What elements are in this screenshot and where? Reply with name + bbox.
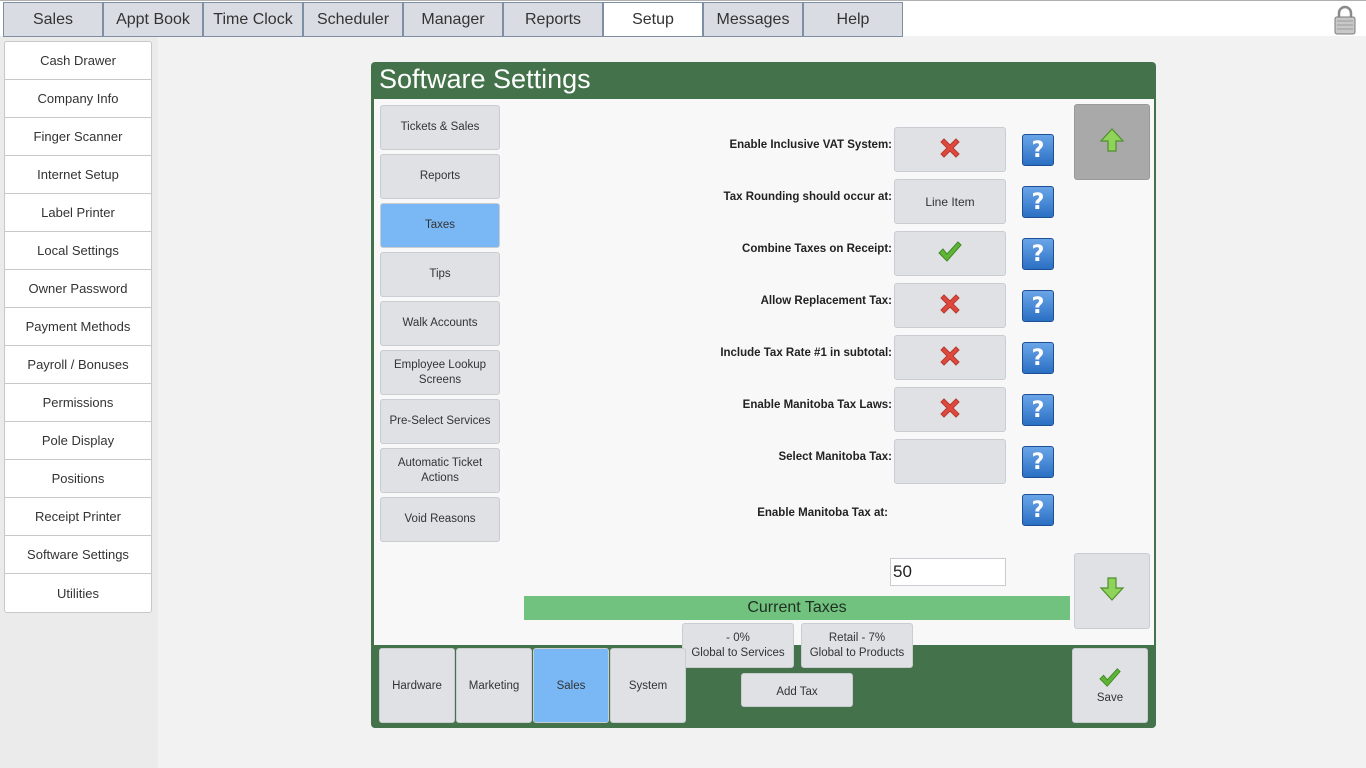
- tab-scheduler[interactable]: Scheduler: [303, 2, 403, 37]
- category-tickets-sales[interactable]: Tickets & Sales: [380, 105, 500, 150]
- sidebar-item-permissions[interactable]: Permissions: [5, 384, 151, 422]
- page-title: Software Settings: [379, 64, 591, 94]
- sidebar-item-owner-password[interactable]: Owner Password: [5, 270, 151, 308]
- cross-icon: [937, 395, 963, 424]
- sidebar-item-utilities[interactable]: Utilities: [5, 574, 151, 612]
- tax-item-scope: Global to Services: [691, 646, 785, 659]
- select-manitoba-tax[interactable]: [894, 439, 1006, 484]
- sidebar-item-pole-display[interactable]: Pole Display: [5, 422, 151, 460]
- bottom-tab-sales[interactable]: Sales: [533, 648, 609, 723]
- cross-icon: [937, 343, 963, 372]
- toggle-combine-taxes[interactable]: [894, 231, 1006, 276]
- arrow-down-icon: [1099, 576, 1125, 606]
- help-button-manitoba-tax-at[interactable]: ?: [1022, 494, 1054, 526]
- tab-help[interactable]: Help: [803, 2, 903, 37]
- tab-appt-book[interactable]: Appt Book: [103, 2, 203, 37]
- help-button-tax-rounding[interactable]: ?: [1022, 186, 1054, 218]
- setting-label-tax-rounding: Tax Rounding should occur at:: [723, 191, 892, 203]
- setting-label-manitoba-tax-at: Enable Manitoba Tax at:: [757, 507, 888, 519]
- toggle-manitoba-laws[interactable]: [894, 387, 1006, 432]
- sidebar-item-label-printer[interactable]: Label Printer: [5, 194, 151, 232]
- category-void-reasons[interactable]: Void Reasons: [380, 497, 500, 542]
- tab-sales[interactable]: Sales: [3, 2, 103, 37]
- setting-label-inclusive-vat: Enable Inclusive VAT System:: [729, 139, 892, 151]
- cross-icon: [937, 291, 963, 320]
- checkmark-icon: [937, 240, 963, 267]
- main-tabs: Sales Appt Book Time Clock Scheduler Man…: [3, 2, 903, 37]
- sidebar-item-positions[interactable]: Positions: [5, 460, 151, 498]
- toggle-inclusive-vat[interactable]: [894, 127, 1006, 172]
- sidebar-item-payment-methods[interactable]: Payment Methods: [5, 308, 151, 346]
- category-tips[interactable]: Tips: [380, 252, 500, 297]
- setting-label-combine-taxes: Combine Taxes on Receipt:: [742, 243, 892, 255]
- sidebar-item-software-settings[interactable]: Software Settings: [5, 536, 151, 574]
- category-walk-accounts[interactable]: Walk Accounts: [380, 301, 500, 346]
- sidebar-item-local-settings[interactable]: Local Settings: [5, 232, 151, 270]
- setup-sidebar: Cash Drawer Company Info Finger Scanner …: [4, 41, 152, 613]
- select-tax-rounding[interactable]: Line Item: [894, 179, 1006, 224]
- tab-time-clock[interactable]: Time Clock: [203, 2, 303, 37]
- tab-setup[interactable]: Setup: [603, 2, 703, 37]
- category-automatic-ticket-actions[interactable]: Automatic Ticket Actions: [380, 448, 500, 493]
- category-reports[interactable]: Reports: [380, 154, 500, 199]
- software-settings-panel: Software Settings Tickets & Sales Report…: [371, 62, 1156, 728]
- help-button-replacement-tax[interactable]: ?: [1022, 290, 1054, 322]
- cross-icon: [937, 135, 963, 164]
- bottom-tab-hardware[interactable]: Hardware: [379, 648, 455, 723]
- save-button[interactable]: Save: [1072, 648, 1148, 723]
- help-button-tax-rate-subtotal[interactable]: ?: [1022, 342, 1054, 374]
- bottom-tab-system[interactable]: System: [610, 648, 686, 723]
- tab-messages[interactable]: Messages: [703, 2, 803, 37]
- tax-item-scope: Global to Products: [809, 646, 905, 659]
- toggle-replacement-tax[interactable]: [894, 283, 1006, 328]
- setting-label-select-manitoba-tax: Select Manitoba Tax:: [778, 451, 892, 463]
- sidebar-item-cash-drawer[interactable]: Cash Drawer: [5, 42, 151, 80]
- scroll-down-button[interactable]: [1074, 553, 1150, 629]
- settings-content: Tickets & Sales Reports Taxes Tips Walk …: [374, 99, 1154, 707]
- help-button-manitoba-laws[interactable]: ?: [1022, 394, 1054, 426]
- category-taxes[interactable]: Taxes: [380, 203, 500, 248]
- help-button-inclusive-vat[interactable]: ?: [1022, 134, 1054, 166]
- help-button-combine-taxes[interactable]: ?: [1022, 238, 1054, 270]
- tax-item-name: Retail - 7%: [828, 631, 886, 644]
- add-tax-button[interactable]: Add Tax: [741, 673, 853, 707]
- tax-item-name: - 0%: [726, 631, 750, 644]
- sidebar-item-receipt-printer[interactable]: Receipt Printer: [5, 498, 151, 536]
- tab-manager[interactable]: Manager: [403, 2, 503, 37]
- sidebar-item-internet-setup[interactable]: Internet Setup: [5, 156, 151, 194]
- current-taxes-heading: Current Taxes: [524, 596, 1070, 620]
- padlock-icon[interactable]: [1334, 5, 1356, 35]
- setting-label-tax-rate-subtotal: Include Tax Rate #1 in subtotal:: [720, 347, 892, 359]
- arrow-up-icon: [1099, 127, 1125, 157]
- sidebar-item-payroll-bonuses[interactable]: Payroll / Bonuses: [5, 346, 151, 384]
- setting-label-manitoba-laws: Enable Manitoba Tax Laws:: [742, 399, 892, 411]
- category-pre-select-services[interactable]: Pre-Select Services: [380, 399, 500, 444]
- save-button-label: Save: [1096, 692, 1124, 704]
- top-navigation-bar: Sales Appt Book Time Clock Scheduler Man…: [0, 0, 1366, 37]
- setting-label-replacement-tax: Allow Replacement Tax:: [760, 295, 892, 307]
- scroll-up-button[interactable]: [1074, 104, 1150, 180]
- category-employee-lookup-screens[interactable]: Employee Lookup Screens: [380, 350, 500, 395]
- sidebar-item-finger-scanner[interactable]: Finger Scanner: [5, 118, 151, 156]
- checkmark-icon: [1097, 667, 1123, 692]
- tab-reports[interactable]: Reports: [503, 2, 603, 37]
- tax-item[interactable]: Retail - 7% Global to Products: [801, 623, 913, 668]
- bottom-tab-marketing[interactable]: Marketing: [456, 648, 532, 723]
- sidebar-item-company-info[interactable]: Company Info: [5, 80, 151, 118]
- toggle-tax-rate-subtotal[interactable]: [894, 335, 1006, 380]
- help-button-select-manitoba-tax[interactable]: ?: [1022, 446, 1054, 478]
- manitoba-tax-threshold-input[interactable]: [890, 558, 1006, 586]
- tax-item[interactable]: - 0% Global to Services: [682, 623, 794, 668]
